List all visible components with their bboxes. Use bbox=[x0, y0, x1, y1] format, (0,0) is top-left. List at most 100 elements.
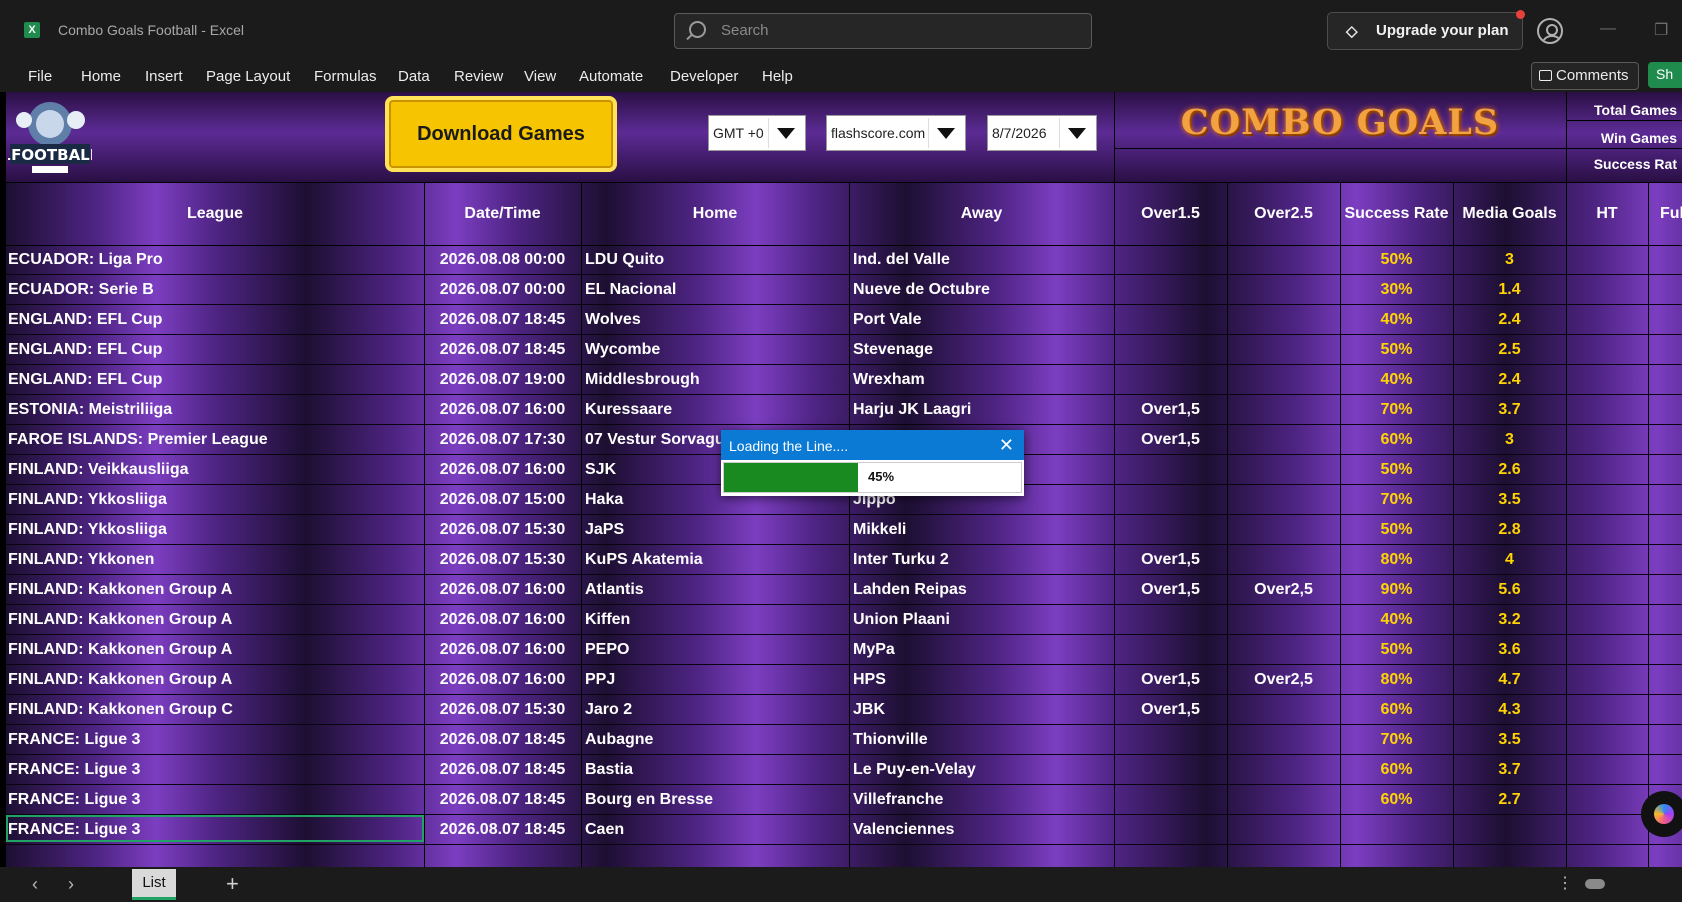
cell-away[interactable]: Ind. del Valle bbox=[853, 245, 1114, 274]
cell-success-rate[interactable]: 50% bbox=[1340, 635, 1453, 664]
cell-home[interactable]: JaPS bbox=[585, 515, 849, 544]
cell-datetime[interactable]: 2026.08.07 19:00 bbox=[424, 365, 581, 394]
table-row[interactable]: FINLAND: Kakkonen Group A 2026.08.07 16:0… bbox=[6, 635, 1682, 665]
cell-over15[interactable] bbox=[1114, 485, 1227, 514]
cell-away[interactable]: HPS bbox=[853, 665, 1114, 694]
cell-over25[interactable] bbox=[1227, 785, 1340, 814]
cell-success-rate[interactable]: 40% bbox=[1340, 605, 1453, 634]
cell-datetime[interactable]: 2026.08.07 18:45 bbox=[424, 785, 581, 814]
column-header-away[interactable]: Away bbox=[849, 182, 1114, 245]
cell-league[interactable]: ECUADOR: Liga Pro bbox=[8, 245, 422, 274]
cell-league[interactable]: FINLAND: Kakkonen Group A bbox=[8, 665, 422, 694]
cell-away[interactable]: Thionville bbox=[853, 725, 1114, 754]
cell-away[interactable]: MyPa bbox=[853, 635, 1114, 664]
column-header-datetime[interactable]: Date/Time bbox=[424, 182, 581, 245]
cell-over15[interactable]: Over1,5 bbox=[1114, 575, 1227, 604]
cell-over15[interactable] bbox=[1114, 305, 1227, 334]
cell-datetime[interactable]: 2026.08.07 16:00 bbox=[424, 395, 581, 424]
cell-league[interactable]: FINLAND: Ykkonen bbox=[8, 545, 422, 574]
table-row[interactable]: FINLAND: Kakkonen Group A 2026.08.07 16:0… bbox=[6, 665, 1682, 695]
cell-datetime[interactable]: 2026.08.07 15:30 bbox=[424, 545, 581, 574]
search-input[interactable]: Search bbox=[674, 13, 1092, 49]
cell-league[interactable]: FRANCE: Ligue 3 bbox=[8, 785, 422, 814]
sheet-tab-list[interactable]: List bbox=[132, 869, 176, 900]
cell-home[interactable]: PPJ bbox=[585, 665, 849, 694]
cell-over15[interactable] bbox=[1114, 635, 1227, 664]
cell-league[interactable]: FRANCE: Ligue 3 bbox=[8, 725, 422, 754]
cell-over15[interactable] bbox=[1114, 455, 1227, 484]
cell-league[interactable]: ENGLAND: EFL Cup bbox=[8, 335, 422, 364]
cell-away[interactable]: Mikkeli bbox=[853, 515, 1114, 544]
cell-away[interactable]: Harju JK Laagri bbox=[853, 395, 1114, 424]
table-row[interactable]: FRANCE: Ligue 3 2026.08.07 18:45 Caen Valen… bbox=[6, 815, 1682, 845]
table-row[interactable]: FINLAND: Ykkonen 2026.08.07 15:30 KuPS Aka… bbox=[6, 545, 1682, 575]
cell-media-goals[interactable]: 3 bbox=[1453, 245, 1566, 274]
cell-over25[interactable] bbox=[1227, 335, 1340, 364]
cell-media-goals[interactable]: 4.7 bbox=[1453, 665, 1566, 694]
cell-over25[interactable] bbox=[1227, 275, 1340, 304]
cell-home[interactable]: Wycombe bbox=[585, 335, 849, 364]
source-dropdown[interactable]: flashscore.com bbox=[826, 115, 966, 151]
column-header-over15[interactable]: Over1.5 bbox=[1114, 182, 1227, 245]
cell-success-rate[interactable]: 70% bbox=[1340, 725, 1453, 754]
cell-home[interactable]: Kiffen bbox=[585, 605, 849, 634]
cell-league[interactable]: FINLAND: Kakkonen Group A bbox=[8, 605, 422, 634]
cell-league[interactable]: ENGLAND: EFL Cup bbox=[8, 365, 422, 394]
cell-league[interactable]: FRANCE: Ligue 3 bbox=[8, 755, 422, 784]
comments-button[interactable]: Comments bbox=[1531, 62, 1639, 90]
table-row[interactable]: ECUADOR: Liga Pro 2026.08.08 00:00 LDU Qui… bbox=[6, 245, 1682, 275]
table-row[interactable]: ENGLAND: EFL Cup 2026.08.07 18:45 Wolves Po… bbox=[6, 305, 1682, 335]
minimize-icon[interactable]: — bbox=[1600, 20, 1616, 38]
cell-media-goals[interactable]: 2.4 bbox=[1453, 305, 1566, 334]
cell-media-goals[interactable]: 2.7 bbox=[1453, 785, 1566, 814]
menu-help[interactable]: Help bbox=[762, 68, 793, 85]
menu-file[interactable]: File bbox=[28, 68, 52, 85]
cell-over15[interactable]: Over1,5 bbox=[1114, 395, 1227, 424]
cell-over25[interactable] bbox=[1227, 605, 1340, 634]
cell-over25[interactable] bbox=[1227, 725, 1340, 754]
cell-league[interactable]: FINLAND: Kakkonen Group A bbox=[8, 575, 422, 604]
cell-datetime[interactable]: 2026.08.07 18:45 bbox=[424, 815, 581, 844]
cell-media-goals[interactable]: 3.7 bbox=[1453, 395, 1566, 424]
cell-datetime[interactable]: 2026.08.07 00:00 bbox=[424, 275, 581, 304]
cell-media-goals[interactable]: 2.5 bbox=[1453, 335, 1566, 364]
cell-over15[interactable] bbox=[1114, 815, 1227, 844]
cell-success-rate[interactable]: 50% bbox=[1340, 455, 1453, 484]
cell-home[interactable]: Jaro 2 bbox=[585, 695, 849, 724]
cell-success-rate[interactable]: 60% bbox=[1340, 785, 1453, 814]
cell-league[interactable]: FINLAND: Kakkonen Group A bbox=[8, 635, 422, 664]
date-dropdown[interactable]: 8/7/2026 bbox=[987, 115, 1097, 151]
cell-over25[interactable] bbox=[1227, 485, 1340, 514]
cell-datetime[interactable]: 2026.08.07 16:00 bbox=[424, 575, 581, 604]
menu-home[interactable]: Home bbox=[81, 68, 121, 85]
cell-over25[interactable] bbox=[1227, 545, 1340, 574]
cell-home[interactable]: EL Nacional bbox=[585, 275, 849, 304]
cell-datetime[interactable]: 2026.08.07 15:30 bbox=[424, 695, 581, 724]
cell-home[interactable]: PEPO bbox=[585, 635, 849, 664]
cell-over25[interactable] bbox=[1227, 815, 1340, 844]
cell-datetime[interactable]: 2026.08.07 18:45 bbox=[424, 725, 581, 754]
more-options-icon[interactable]: ⋮ bbox=[1557, 873, 1573, 893]
cell-success-rate[interactable]: 60% bbox=[1340, 755, 1453, 784]
cell-over25[interactable] bbox=[1227, 515, 1340, 544]
column-header-success-rate[interactable]: Success Rate bbox=[1340, 182, 1453, 245]
chevron-left-icon[interactable]: ‹ bbox=[32, 874, 38, 895]
chevron-down-icon[interactable] bbox=[768, 118, 803, 148]
cell-away[interactable]: Lahden Reipas bbox=[853, 575, 1114, 604]
cell-home[interactable]: LDU Quito bbox=[585, 245, 849, 274]
cell-success-rate[interactable]: 60% bbox=[1340, 425, 1453, 454]
cell-datetime[interactable]: 2026.08.07 18:45 bbox=[424, 305, 581, 334]
cell-datetime[interactable]: 2026.08.07 15:30 bbox=[424, 515, 581, 544]
cell-over15[interactable] bbox=[1114, 515, 1227, 544]
cell-league[interactable]: FINLAND: Ykkosliiga bbox=[8, 485, 422, 514]
menu-insert[interactable]: Insert bbox=[145, 68, 183, 85]
column-header-ht[interactable]: HT bbox=[1566, 182, 1648, 245]
cell-over25[interactable] bbox=[1227, 695, 1340, 724]
add-sheet-icon[interactable]: + bbox=[226, 871, 239, 897]
cell-league[interactable]: FINLAND: Veikkausliiga bbox=[8, 455, 422, 484]
copilot-icon[interactable] bbox=[1641, 791, 1682, 837]
cell-over25[interactable] bbox=[1227, 365, 1340, 394]
table-row[interactable]: FINLAND: Kakkonen Group C 2026.08.07 15:3… bbox=[6, 695, 1682, 725]
cell-success-rate[interactable]: 70% bbox=[1340, 395, 1453, 424]
cell-home[interactable]: Bourg en Bresse bbox=[585, 785, 849, 814]
